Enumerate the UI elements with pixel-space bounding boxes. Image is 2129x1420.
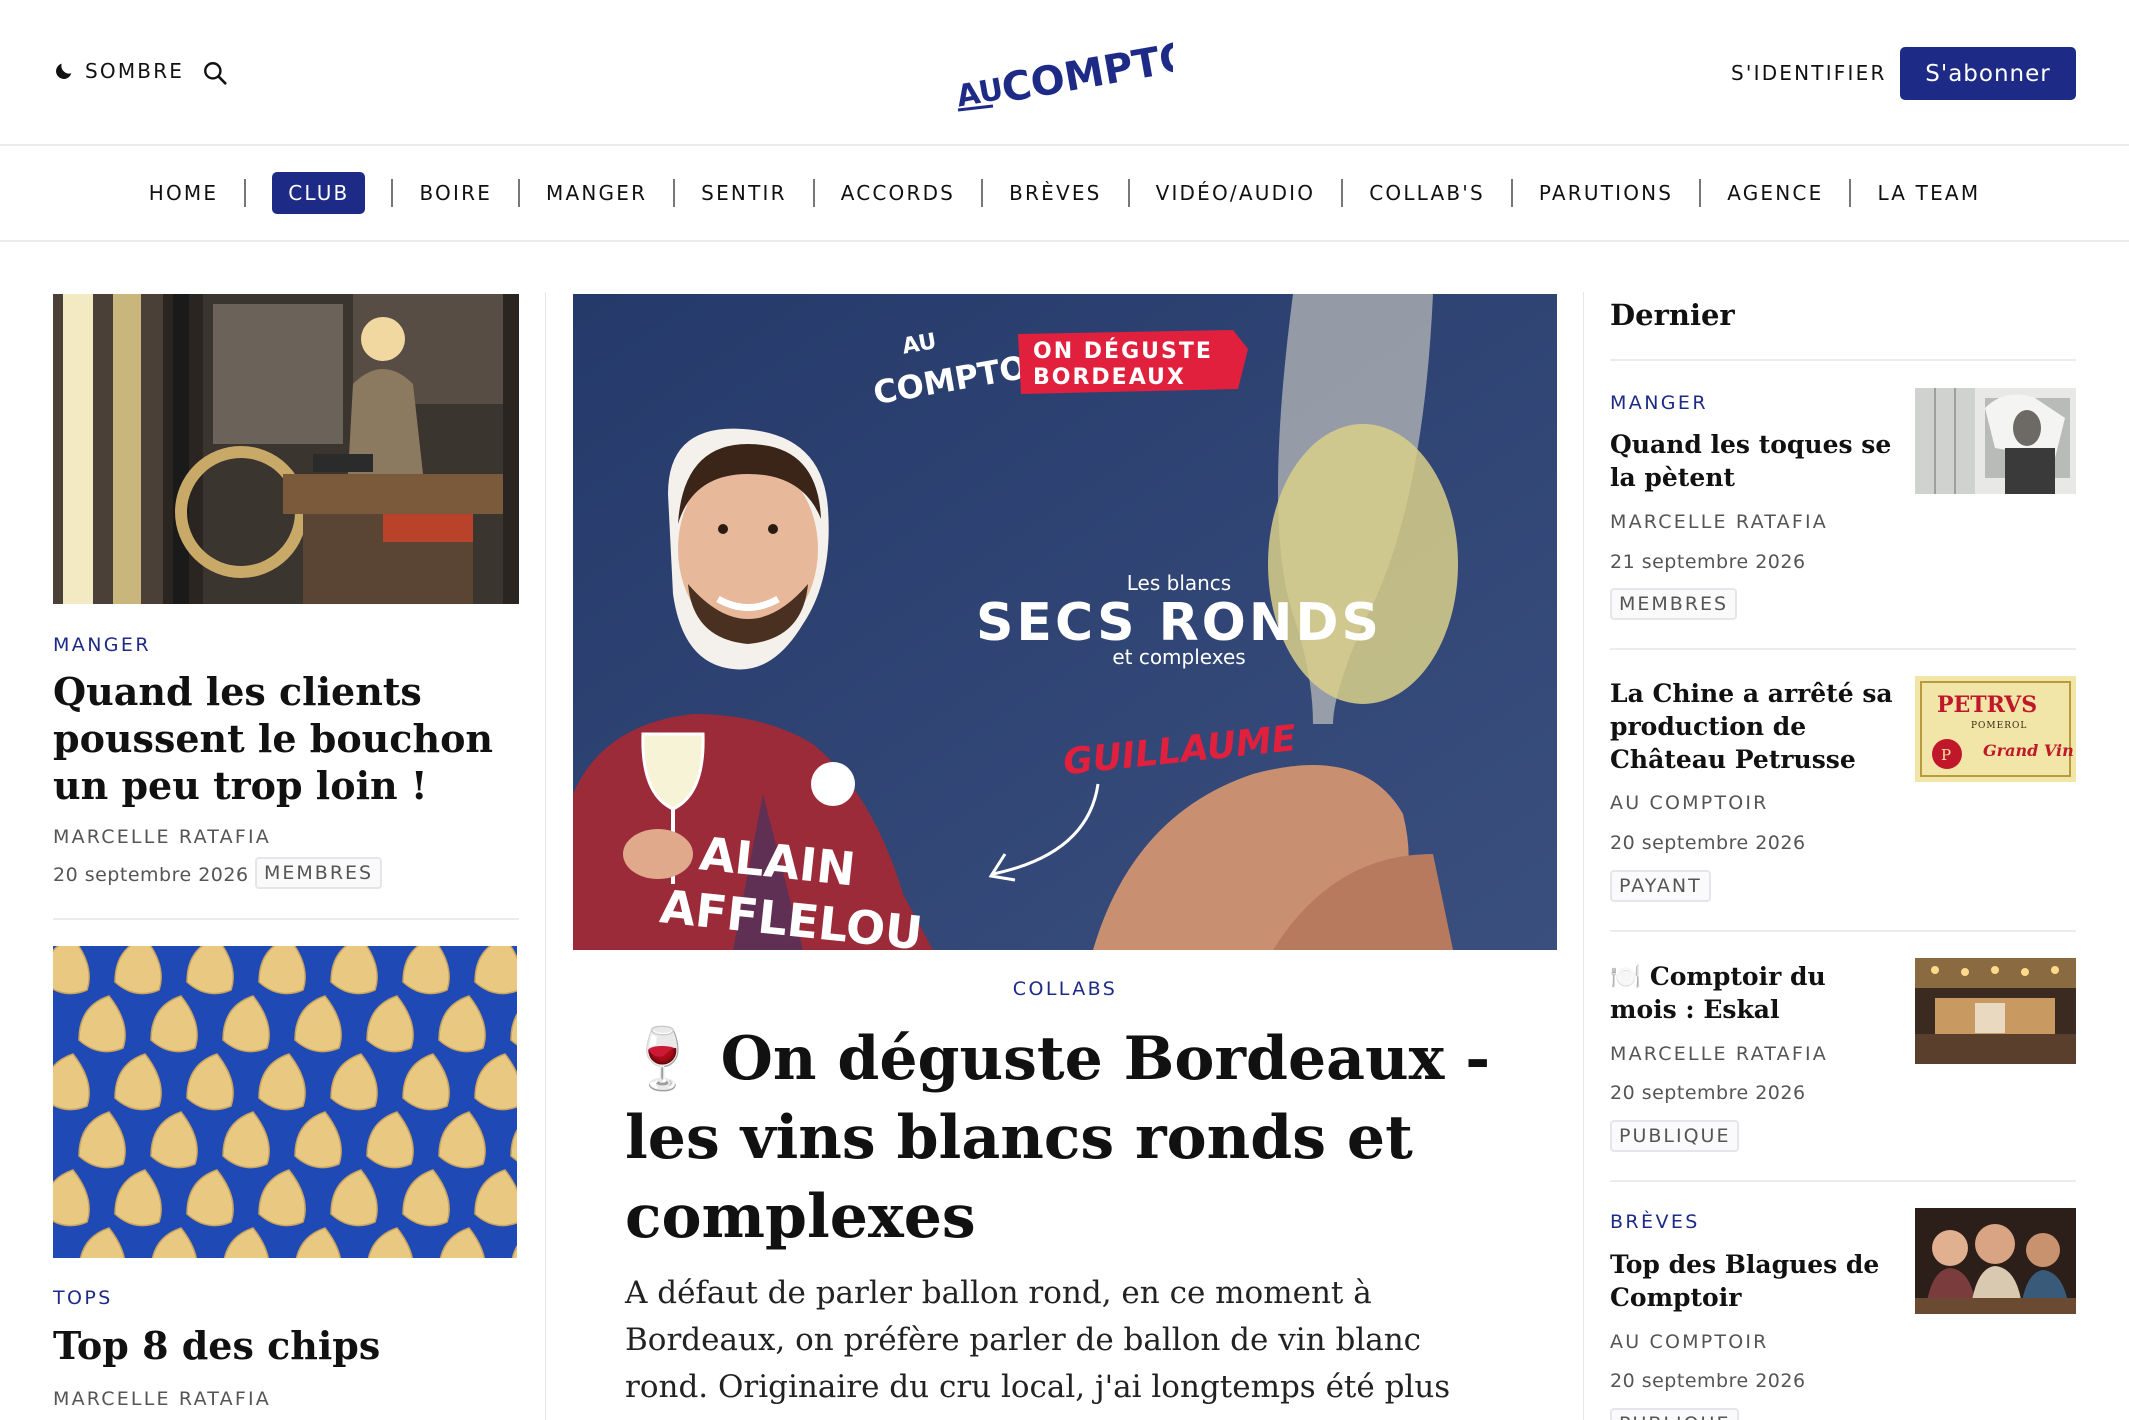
logo-main-text: COMPTOIR xyxy=(998,26,1173,112)
featured-headline-text: On déguste Bordeaux - les vins blancs ro… xyxy=(625,1024,1491,1252)
nav-item-sentir[interactable]: SENTIR xyxy=(675,181,813,205)
divider xyxy=(1610,930,2076,932)
hero-tag-line1: ON DÉGUSTE xyxy=(1033,338,1213,364)
divider xyxy=(1610,359,2076,361)
sidebar-item-title[interactable]: 🍽️ Comptoir du mois : Eskal xyxy=(1610,960,1900,1026)
access-badge: PUBLIQUE xyxy=(1610,1408,1740,1420)
sidebar-item-title[interactable]: Top des Blagues de Comptoir xyxy=(1610,1248,1900,1314)
hero-big-title: SECS RONDS xyxy=(976,593,1382,653)
article-author[interactable]: MARCELLE RATAFIA xyxy=(53,826,271,848)
subscribe-button[interactable]: S'abonner xyxy=(1900,47,2076,100)
svg-text:P: P xyxy=(1941,746,1951,764)
article-image[interactable] xyxy=(53,946,517,1258)
divider xyxy=(1610,648,2076,650)
nav-item-manger[interactable]: MANGER xyxy=(520,181,673,205)
sidebar-item-author[interactable]: MARCELLE RATAFIA xyxy=(1610,1043,1828,1065)
sidebar-item-date: 20 septembre 2026 xyxy=(1610,1370,1806,1392)
featured-image[interactable]: ALAIN AFFLELOU AU COMPTOIR ON DÉGUSTE BO… xyxy=(573,294,1557,950)
sidebar-item-author[interactable]: AU COMPTOIR xyxy=(1610,792,1769,814)
article-category[interactable]: COLLABS xyxy=(573,978,1557,1000)
article-category[interactable]: TOPS xyxy=(53,1287,113,1309)
nav-item-accords[interactable]: ACCORDS xyxy=(815,181,981,205)
article-author[interactable]: MARCELLE RATAFIA xyxy=(53,1388,271,1410)
column-divider xyxy=(545,292,546,1420)
hero-tag-line2: BORDEAUX xyxy=(1033,365,1186,390)
divider xyxy=(53,918,519,920)
nav-item-home[interactable]: HOME xyxy=(123,181,244,205)
hero-small-bottom: et complexes xyxy=(1112,645,1245,669)
main-nav: HOME CLUB BOIRE MANGER SENTIR ACCORDS BRÈVES VI… xyxy=(0,146,2129,242)
hero-small-top: Les blancs xyxy=(1127,571,1231,595)
nav-item-club[interactable]: CLUB xyxy=(272,172,366,214)
access-badge: MEMBRES xyxy=(255,857,383,889)
plate-icon: 🍽️ xyxy=(1610,962,1642,991)
access-badge: PAYANT xyxy=(1610,870,1711,902)
nav-separator xyxy=(244,179,247,207)
nav-item-la-team[interactable]: LA TEAM xyxy=(1851,181,2006,205)
article-title[interactable]: Quand les clients poussent le bouchon un… xyxy=(53,668,523,809)
sidebar-item-date: 20 septembre 2026 xyxy=(1610,832,1806,854)
article-image[interactable] xyxy=(53,294,519,604)
search-icon[interactable] xyxy=(202,60,228,86)
featured-lead: A défaut de parler ballon rond, en ce mo… xyxy=(625,1275,1451,1420)
featured-headline[interactable]: 🍷 On déguste Bordeaux - les vins blancs … xyxy=(625,1020,1505,1257)
sidebar-item-thumbnail[interactable] xyxy=(1915,1208,2076,1314)
dark-mode-label: SOMBRE xyxy=(85,59,185,83)
moon-icon xyxy=(56,63,72,79)
sidebar-item-title[interactable]: Quand les toques se la pètent xyxy=(1610,428,1900,494)
nav-item-boire[interactable]: BOIRE xyxy=(393,181,518,205)
site-logo[interactable]: AU COMPTOIR xyxy=(953,26,1173,116)
sidebar-title: Dernier xyxy=(1610,298,1735,332)
sidebar-item-thumbnail[interactable] xyxy=(1915,958,2076,1064)
sidebar-item-thumbnail[interactable]: PETRVS POMEROL P Grand Vin xyxy=(1915,676,2076,782)
sidebar-item-title-text: Comptoir du mois : Eskal xyxy=(1610,962,1826,1024)
access-badge: MEMBRES xyxy=(1610,588,1738,620)
sidebar-item-date: 20 septembre 2026 xyxy=(1610,1082,1806,1104)
sidebar-item-author[interactable]: MARCELLE RATAFIA xyxy=(1610,511,1828,533)
thumbnail-script-text: Grand Vin xyxy=(1983,741,2074,760)
dark-mode-toggle[interactable]: SOMBRE xyxy=(53,59,184,83)
wine-glass-icon: 🍷 xyxy=(625,1024,700,1094)
sidebar-item-author[interactable]: AU COMPTOIR xyxy=(1610,1331,1769,1353)
sidebar-item-title[interactable]: La Chine a arrêté sa production de Châte… xyxy=(1610,677,1900,776)
signin-link[interactable]: S'IDENTIFIER xyxy=(1731,61,1887,85)
thumbnail-label-text: PETRVS xyxy=(1937,692,2037,718)
article-date: 20 septembre 2026 xyxy=(53,864,249,886)
nav-item-vid-o-audio[interactable]: VIDÉO/AUDIO xyxy=(1130,181,1342,205)
nav-item-br-ves[interactable]: BRÈVES xyxy=(983,181,1127,205)
thumbnail-sub-text: POMEROL xyxy=(1971,721,2027,731)
site-header: SOMBRE AU COMPTOIR S'IDENTIFIER S'abonne… xyxy=(0,0,2129,146)
nav-item-parutions[interactable]: PARUTIONS xyxy=(1513,181,1699,205)
sidebar-item-thumbnail[interactable] xyxy=(1915,388,2076,494)
article-category[interactable]: MANGER xyxy=(53,634,151,656)
sidebar-item-date: 21 septembre 2026 xyxy=(1610,551,1806,573)
sidebar-item-category[interactable]: MANGER xyxy=(1610,392,1708,414)
divider xyxy=(1610,1180,2076,1182)
nav-item-agence[interactable]: AGENCE xyxy=(1701,181,1849,205)
sidebar-item-category[interactable]: BRÈVES xyxy=(1610,1211,1700,1233)
access-badge: PUBLIQUE xyxy=(1610,1120,1740,1152)
nav-item-collab-s[interactable]: COLLAB'S xyxy=(1343,181,1511,205)
article-title[interactable]: Top 8 des chips xyxy=(53,1322,523,1369)
column-divider xyxy=(1583,292,1584,1420)
